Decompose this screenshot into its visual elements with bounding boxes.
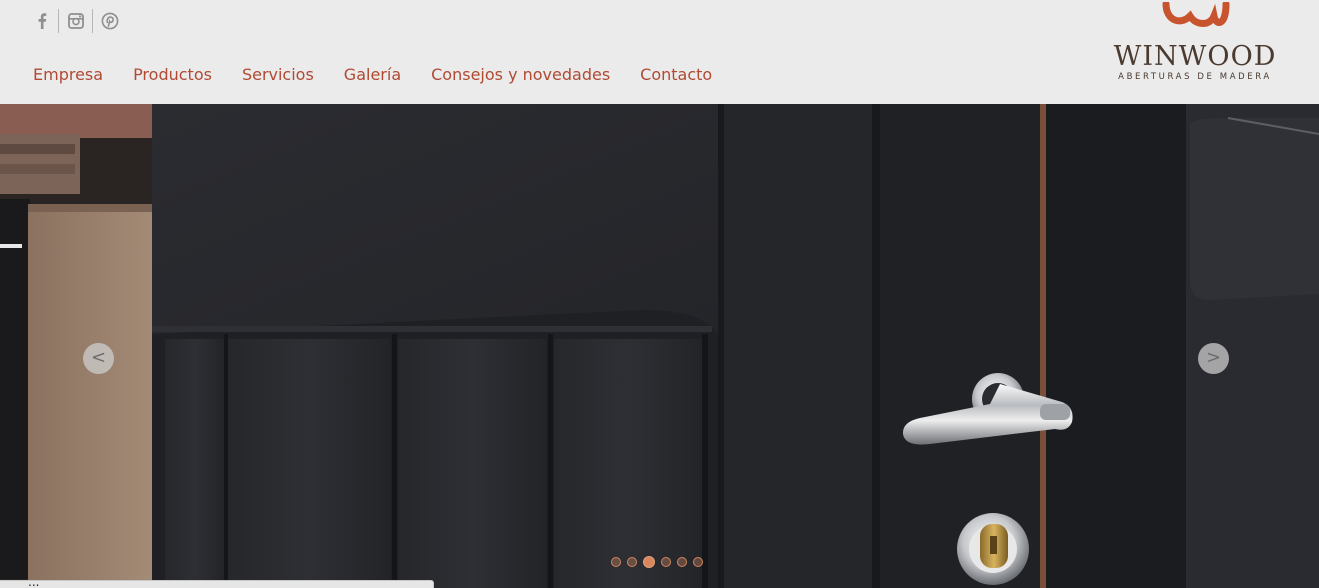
slider-dot[interactable] <box>693 557 703 567</box>
nav-item-consejos[interactable]: Consejos y novedades <box>416 63 625 87</box>
nav-item-empresa[interactable]: Empresa <box>18 63 118 87</box>
slider-pagination <box>611 556 709 568</box>
logo-wordmark: WINWOOD <box>1113 41 1277 72</box>
logo-tagline: ABERTURAS DE MADERA <box>1118 72 1272 82</box>
logo-mark-icon <box>1162 2 1230 27</box>
slider-prev-button[interactable]: < <box>83 343 114 374</box>
pinterest-icon[interactable] <box>93 8 126 34</box>
nav-item-productos[interactable]: Productos <box>118 63 227 87</box>
nav-item-servicios[interactable]: Servicios <box>227 63 329 87</box>
slider-dot[interactable] <box>661 557 671 567</box>
nav-item-galeria[interactable]: Galería <box>329 63 416 87</box>
slider-dot[interactable] <box>643 556 655 568</box>
slider-dot[interactable] <box>677 557 687 567</box>
slider-dot[interactable] <box>611 557 621 567</box>
slider-dot[interactable] <box>627 557 637 567</box>
hero-slider: < > <box>0 104 1319 588</box>
nav-item-contacto[interactable]: Contacto <box>625 63 727 87</box>
social-links <box>25 8 126 34</box>
site-logo[interactable]: WINWOOD ABERTURAS DE MADERA <box>1100 2 1290 88</box>
status-url: ... <box>28 580 40 588</box>
browser-status-bar: ... <box>0 580 434 588</box>
hero-door-image <box>0 104 1319 588</box>
instagram-icon[interactable] <box>59 8 92 34</box>
slider-next-button[interactable]: > <box>1198 343 1229 374</box>
site-header: Empresa Productos Servicios Galería Cons… <box>0 0 1319 104</box>
facebook-icon[interactable] <box>25 8 58 34</box>
main-nav: Empresa Productos Servicios Galería Cons… <box>18 63 727 87</box>
